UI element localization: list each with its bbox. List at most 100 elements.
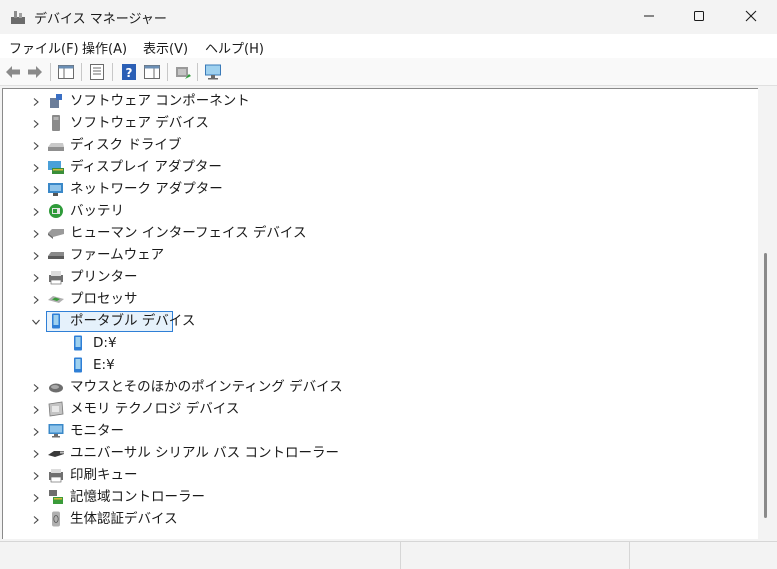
- chevron-right-icon[interactable]: [31, 448, 41, 458]
- properties-icon[interactable]: [88, 63, 106, 81]
- software-component-icon: [47, 92, 65, 110]
- chevron-right-icon[interactable]: [31, 140, 41, 150]
- tree-item-label: ソフトウェア デバイス: [70, 115, 209, 131]
- close-button[interactable]: [728, 0, 774, 32]
- tree-category[interactable]: ユニバーサル シリアル バス コントローラー: [3, 442, 753, 464]
- tree-item-label: プリンター: [70, 269, 138, 285]
- memory-device-icon: [47, 400, 65, 418]
- tree-category[interactable]: マウスとそのほかのポインティング デバイス: [3, 376, 753, 398]
- disk-drive-icon: [47, 136, 65, 154]
- display-adapter-icon: [47, 158, 65, 176]
- minimize-button[interactable]: [626, 0, 672, 32]
- forward-arrow-icon[interactable]: [26, 63, 44, 81]
- tree-item-label: ポータブル デバイス: [70, 313, 196, 329]
- scan-hardware-icon[interactable]: [204, 63, 222, 81]
- chevron-right-icon[interactable]: [31, 470, 41, 480]
- help-icon[interactable]: ?: [120, 63, 138, 81]
- status-pane: [400, 542, 629, 569]
- tree-category[interactable]: 記憶域コントローラー: [3, 486, 753, 508]
- tree-category[interactable]: ディスク ドライブ: [3, 134, 753, 156]
- tree-device[interactable]: E:¥: [3, 354, 753, 376]
- portable-device-icon: [69, 334, 87, 352]
- tree-item-label: ファームウェア: [70, 247, 165, 263]
- chevron-down-icon[interactable]: [31, 316, 41, 326]
- update-driver-icon[interactable]: [174, 63, 192, 81]
- chevron-right-icon[interactable]: [31, 206, 41, 216]
- chevron-right-icon[interactable]: [31, 184, 41, 194]
- tree-category[interactable]: モニター: [3, 420, 753, 442]
- chevron-right-icon[interactable]: [31, 426, 41, 436]
- portable-device-icon: [47, 312, 65, 330]
- tree-device[interactable]: D:¥: [3, 332, 753, 354]
- tree-item-label: マウスとそのほかのポインティング デバイス: [70, 379, 343, 395]
- tree-item-label: ネットワーク アダプター: [70, 181, 223, 197]
- toolbar-separator: [50, 63, 51, 81]
- maximize-icon: [694, 11, 704, 21]
- software-device-icon: [47, 114, 65, 132]
- processor-icon: [47, 290, 65, 308]
- tree-category[interactable]: ソフトウェア コンポーネント: [3, 90, 753, 112]
- chevron-right-icon[interactable]: [31, 250, 41, 260]
- chevron-right-icon[interactable]: [31, 492, 41, 502]
- mouse-icon: [47, 378, 65, 396]
- tree-item-label: ヒューマン インターフェイス デバイス: [70, 225, 307, 241]
- action-pane-icon[interactable]: [143, 63, 161, 81]
- console-tree-icon[interactable]: [57, 63, 75, 81]
- biometric-icon: [47, 510, 65, 528]
- device-tree[interactable]: ソフトウェア コンポーネントソフトウェア デバイスディスク ドライブ ディスプレイ…: [2, 88, 758, 539]
- tree-category[interactable]: プリンター: [3, 266, 753, 288]
- monitor-icon: [47, 422, 65, 440]
- toolbar: ?: [0, 58, 777, 86]
- menu-action[interactable]: 操作(A): [82, 38, 127, 57]
- tree-category[interactable]: メモリ テクノロジ デバイス: [3, 398, 753, 420]
- tree-item-label: D:¥: [93, 335, 117, 351]
- scrollbar-thumb[interactable]: [764, 253, 767, 518]
- tree-item-label: 記憶域コントローラー: [70, 489, 205, 505]
- tree-item-label: モニター: [70, 423, 124, 439]
- tree-category[interactable]: ヒューマン インターフェイス デバイス: [3, 222, 753, 244]
- menu-bar: ファイル(F) 操作(A) 表示(V) ヘルプ(H): [0, 34, 777, 58]
- chevron-right-icon[interactable]: [31, 162, 41, 172]
- tree-category[interactable]: 印刷キュー: [3, 464, 753, 486]
- tree-category[interactable]: プロセッサ: [3, 288, 753, 310]
- menu-help[interactable]: ヘルプ(H): [205, 38, 264, 57]
- maximize-button[interactable]: [676, 0, 722, 32]
- tree-item-label: E:¥: [93, 357, 115, 373]
- title-bar: デバイス マネージャー: [0, 0, 777, 34]
- tree-category[interactable]: ネットワーク アダプター: [3, 178, 753, 200]
- menu-view[interactable]: 表示(V): [143, 38, 188, 57]
- usb-icon: [47, 444, 65, 462]
- chevron-right-icon[interactable]: [31, 96, 41, 106]
- chevron-right-icon[interactable]: [31, 228, 41, 238]
- toolbar-separator: [81, 63, 82, 81]
- tree-item-label: 生体認証デバイス: [70, 511, 178, 527]
- chevron-right-icon[interactable]: [31, 404, 41, 414]
- status-bar: [0, 541, 777, 569]
- tree-category[interactable]: ファームウェア: [3, 244, 753, 266]
- tree-category[interactable]: ソフトウェア デバイス: [3, 112, 753, 134]
- chevron-right-icon[interactable]: [31, 118, 41, 128]
- toolbar-separator: [167, 63, 168, 81]
- menu-file[interactable]: ファイル(F): [9, 38, 79, 57]
- storage-controller-icon: [47, 488, 65, 506]
- tree-category[interactable]: ポータブル デバイス: [3, 310, 753, 332]
- printer-icon: [47, 268, 65, 286]
- chevron-right-icon[interactable]: [31, 272, 41, 282]
- back-arrow-icon[interactable]: [4, 63, 22, 81]
- vertical-scrollbar[interactable]: [758, 88, 777, 539]
- print-queue-icon: [47, 466, 65, 484]
- toolbar-separator: [197, 63, 198, 81]
- device-manager-icon: [11, 11, 25, 24]
- tree-category[interactable]: ディスプレイ アダプター: [3, 156, 753, 178]
- tree-category[interactable]: バッテリ: [3, 200, 753, 222]
- hid-icon: [47, 224, 65, 242]
- close-icon: [745, 10, 757, 22]
- battery-icon: [47, 202, 65, 220]
- portable-device-icon: [69, 356, 87, 374]
- tree-category[interactable]: 生体認証デバイス: [3, 508, 753, 530]
- window-title: デバイス マネージャー: [34, 12, 167, 27]
- chevron-right-icon[interactable]: [31, 294, 41, 304]
- chevron-right-icon[interactable]: [31, 514, 41, 524]
- tree-item-label: プロセッサ: [70, 291, 138, 307]
- chevron-right-icon[interactable]: [31, 382, 41, 392]
